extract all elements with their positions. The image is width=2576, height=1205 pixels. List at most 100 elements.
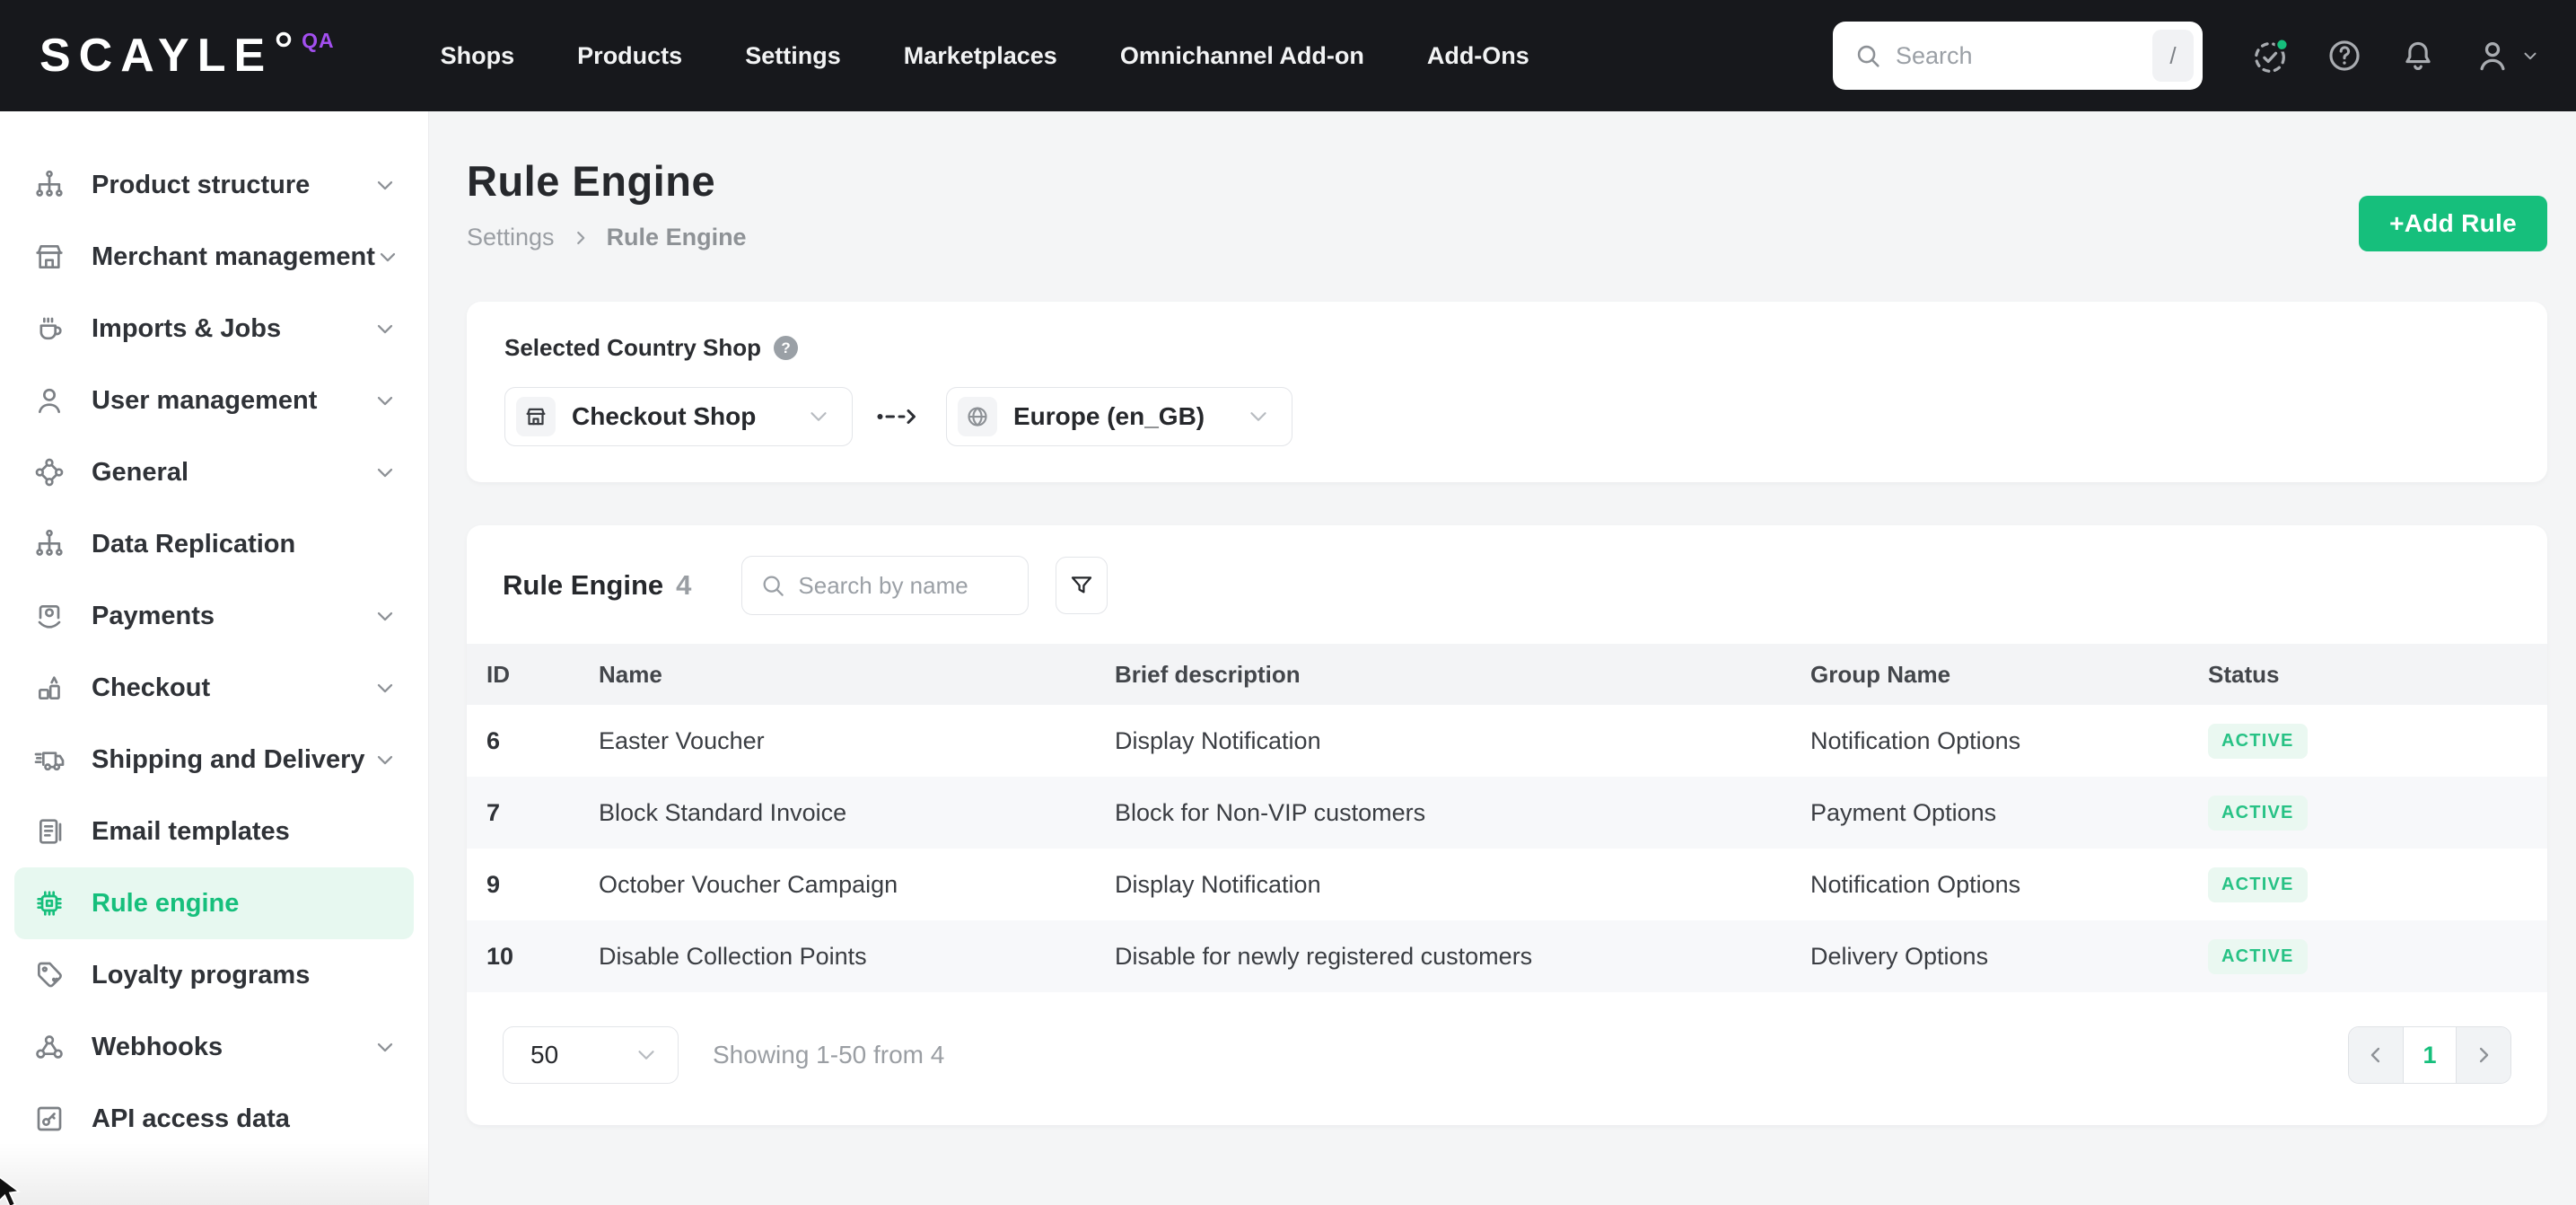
- search-icon: [1853, 40, 1883, 71]
- table-header-row: ID Name Brief description Group Name Status: [467, 644, 2547, 705]
- chevron-down-icon: [372, 388, 398, 413]
- country-select-value: Europe (en_GB): [1013, 402, 1205, 430]
- cell-description: Block for Non-VIP customers: [1115, 798, 1426, 826]
- storefront-icon: [31, 238, 68, 276]
- country-select[interactable]: Europe (en_GB): [946, 387, 1292, 446]
- sidebar-item-email-templates[interactable]: Email templates: [0, 796, 428, 867]
- chevron-right-icon: [571, 228, 591, 248]
- chevron-down-icon: [1245, 403, 1272, 430]
- cell-description: Display Notification: [1115, 870, 1321, 898]
- help-circle-icon[interactable]: ?: [774, 336, 799, 360]
- sidebar-item-loyalty-programs[interactable]: Loyalty programs: [0, 939, 428, 1011]
- sidebar-item-payments[interactable]: Payments: [0, 580, 428, 652]
- globe-icon: [958, 397, 997, 436]
- column-header-brief-description: Brief description: [1115, 660, 1301, 688]
- shop-select[interactable]: Checkout Shop: [504, 387, 853, 446]
- cell-group: Notification Options: [1810, 870, 2021, 898]
- cell-group: Notification Options: [1810, 726, 2021, 754]
- search-input[interactable]: [1896, 41, 2152, 70]
- column-header-name: Name: [599, 660, 662, 688]
- nav-item-add-ons[interactable]: Add-Ons: [1427, 0, 1529, 111]
- coffee-icon: [31, 310, 68, 347]
- add-rule-button[interactable]: +Add Rule: [2359, 196, 2547, 251]
- cell-description: Disable for newly registered customers: [1115, 942, 1533, 970]
- cell-id: 6: [486, 726, 501, 754]
- funnel-icon: [1067, 571, 1096, 600]
- chevron-down-icon: [633, 1042, 660, 1069]
- chevron-down-icon: [375, 244, 400, 269]
- sidebar-item-merchant-management[interactable]: Merchant management: [0, 221, 428, 293]
- sidebar-item-label: Merchant management: [92, 242, 375, 271]
- topbar-icons: [2249, 35, 2540, 76]
- sidebar-item-data-replication[interactable]: Data Replication: [0, 508, 428, 580]
- truck-icon: [31, 741, 68, 778]
- cell-id: 10: [486, 942, 514, 970]
- nav-item-shops[interactable]: Shops: [441, 0, 515, 111]
- current-page[interactable]: 1: [2403, 1027, 2457, 1083]
- table-search-input[interactable]: [798, 571, 1012, 600]
- sidebar-item-shipping-and-delivery[interactable]: Shipping and Delivery: [0, 724, 428, 796]
- status-badge: ACTIVE: [2208, 866, 2308, 902]
- sidebar-item-user-management[interactable]: User management: [0, 365, 428, 436]
- chevron-down-icon: [372, 316, 398, 341]
- nav-item-marketplaces[interactable]: Marketplaces: [904, 0, 1057, 111]
- page-size-select[interactable]: 50: [503, 1026, 679, 1084]
- page-title: Rule Engine: [467, 157, 716, 205]
- payments-icon: [31, 597, 68, 635]
- table-search[interactable]: [741, 556, 1030, 615]
- table-row[interactable]: 9 October Voucher Campaign Display Notific…: [467, 849, 2547, 920]
- sidebar-item-webhooks[interactable]: Webhooks: [0, 1011, 428, 1083]
- cell-group: Delivery Options: [1810, 942, 1989, 970]
- table-row[interactable]: 6 Easter Voucher Display Notification Notif…: [467, 705, 2547, 777]
- table-row[interactable]: 7 Block Standard Invoice Block for Non-VIP…: [467, 777, 2547, 849]
- breadcrumb-rule-engine: Rule Engine: [606, 224, 747, 251]
- prev-page-button[interactable]: [2349, 1027, 2403, 1083]
- sidebar-item-checkout[interactable]: Checkout: [0, 652, 428, 724]
- status-badge: ACTIVE: [2208, 723, 2308, 759]
- cell-name: Block Standard Invoice: [599, 798, 847, 826]
- sidebar-item-label: Product structure: [92, 170, 311, 199]
- sidebar-item-label: Imports & Jobs: [92, 313, 282, 343]
- cell-name: Disable Collection Points: [599, 942, 867, 970]
- status-badge: ACTIVE: [2208, 795, 2308, 831]
- notifications-icon[interactable]: [2398, 36, 2438, 75]
- column-header-status: Status: [2208, 660, 2280, 688]
- nodes-icon: [31, 453, 68, 491]
- storefront-icon: [516, 397, 556, 436]
- nav-item-products[interactable]: Products: [577, 0, 682, 111]
- sidebar-item-rule-engine[interactable]: Rule engine: [14, 867, 414, 939]
- account-icon[interactable]: [2472, 35, 2540, 76]
- sidebar-item-imports-jobs[interactable]: Imports & Jobs: [0, 293, 428, 365]
- table-row[interactable]: 10 Disable Collection Points Disable for n…: [467, 920, 2547, 992]
- breadcrumb-settings[interactable]: Settings: [467, 224, 555, 251]
- nav-item-settings[interactable]: Settings: [745, 0, 841, 111]
- mouse-cursor: [0, 1174, 25, 1205]
- checkout-icon: [31, 669, 68, 707]
- sidebar-item-label: Shipping and Delivery: [92, 744, 365, 774]
- cell-description: Display Notification: [1115, 726, 1321, 754]
- table-count: 4: [676, 569, 692, 601]
- cell-group: Payment Options: [1810, 798, 1997, 826]
- sidebar-item-label: Payments: [92, 601, 215, 630]
- filter-button[interactable]: [1056, 557, 1108, 614]
- logo[interactable]: SCAYLE QA: [39, 0, 335, 111]
- help-icon[interactable]: [2325, 36, 2364, 75]
- chevron-down-icon: [372, 1034, 398, 1060]
- slash-shortcut-key: /: [2152, 30, 2194, 82]
- sidebar-item-label: Email templates: [92, 816, 290, 846]
- environment-badge: QA: [302, 29, 335, 52]
- sidebar-item-api-access-data[interactable]: API access data: [0, 1083, 428, 1155]
- showing-text: Showing 1-50 from 4: [713, 1041, 945, 1069]
- sidebar-item-general[interactable]: General: [0, 436, 428, 508]
- next-page-button[interactable]: [2457, 1027, 2510, 1083]
- chevron-down-icon: [372, 172, 398, 198]
- status-health-icon[interactable]: [2249, 35, 2291, 76]
- sidebar-item-product-structure[interactable]: Product structure: [0, 149, 428, 221]
- global-search[interactable]: /: [1833, 22, 2203, 90]
- sitemap-icon: [31, 166, 68, 204]
- pagination: 50 Showing 1-50 from 4 1: [467, 992, 2547, 1125]
- key-icon: [31, 1100, 68, 1138]
- chevron-left-icon: [2370, 1047, 2380, 1063]
- webhook-icon: [31, 1028, 68, 1066]
- nav-item-omnichannel-add-on[interactable]: Omnichannel Add-on: [1120, 0, 1364, 111]
